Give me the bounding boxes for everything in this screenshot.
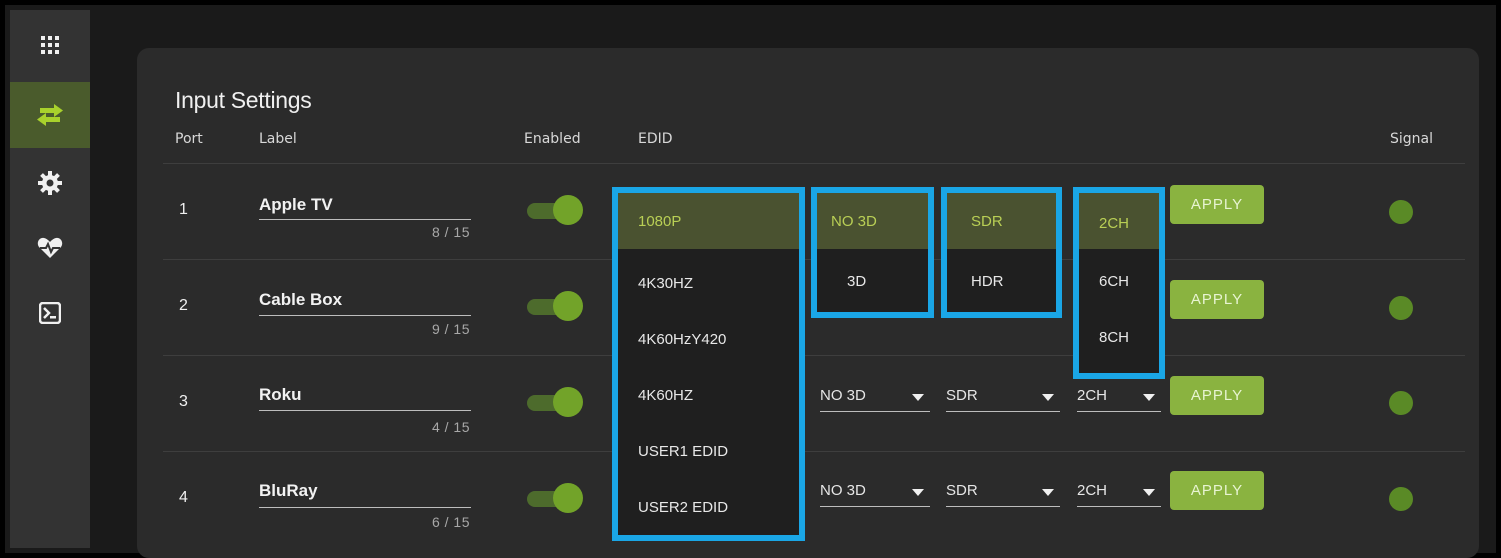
nav-input-settings[interactable] bbox=[10, 82, 90, 148]
label-input[interactable]: BluRay bbox=[259, 481, 318, 501]
label-input[interactable]: Cable Box bbox=[259, 290, 342, 310]
edid-option[interactable]: 1080P bbox=[618, 193, 799, 249]
audio-option[interactable]: 2CH bbox=[1079, 193, 1159, 249]
label-char-count: 4 / 15 bbox=[431, 419, 470, 435]
apply-button[interactable]: APPLY bbox=[1170, 376, 1264, 415]
signal-indicator bbox=[1389, 200, 1413, 224]
3d-dropdown-menu: NO 3D 3D bbox=[811, 187, 934, 318]
swap-arrows-icon bbox=[36, 104, 64, 126]
hdr-select-value: SDR bbox=[946, 387, 978, 404]
header-enabled: Enabled bbox=[524, 131, 581, 147]
enabled-toggle[interactable] bbox=[527, 291, 583, 321]
row-divider bbox=[163, 355, 1465, 356]
signal-indicator bbox=[1389, 487, 1413, 511]
edid-dropdown-menu: 1080P 4K30HZ 4K60HzY420 4K60HZ USER1 EDI… bbox=[612, 187, 805, 541]
hdr-option[interactable]: HDR bbox=[971, 273, 1004, 290]
label-underline bbox=[259, 410, 471, 411]
3d-select[interactable]: NO 3D bbox=[820, 479, 930, 507]
header-label: Label bbox=[259, 131, 297, 147]
apps-grid-icon bbox=[40, 35, 60, 55]
hdr-dropdown-menu: SDR HDR bbox=[941, 187, 1062, 318]
enabled-toggle[interactable] bbox=[527, 387, 583, 417]
signal-indicator bbox=[1389, 296, 1413, 320]
port-number: 1 bbox=[179, 201, 188, 218]
chevron-down-icon bbox=[1042, 489, 1054, 496]
apply-button[interactable]: APPLY bbox=[1170, 185, 1264, 224]
hdr-option[interactable]: SDR bbox=[947, 193, 1056, 249]
page-title: Input Settings bbox=[175, 87, 312, 113]
audio-select-value: 2CH bbox=[1077, 387, 1108, 404]
label-char-count: 9 / 15 bbox=[431, 321, 470, 337]
hdr-select[interactable]: SDR bbox=[946, 479, 1060, 507]
label-underline bbox=[259, 315, 471, 316]
label-input[interactable]: Roku bbox=[259, 385, 302, 405]
audio-select-value: 2CH bbox=[1077, 482, 1108, 499]
label-underline bbox=[259, 219, 471, 220]
apply-button[interactable]: APPLY bbox=[1170, 471, 1264, 510]
3d-option[interactable]: NO 3D bbox=[817, 193, 928, 249]
label-char-count: 8 / 15 bbox=[431, 224, 470, 240]
edid-option[interactable]: 4K60HZ bbox=[638, 387, 693, 404]
chevron-down-icon bbox=[912, 489, 924, 496]
audio-select[interactable]: 2CH bbox=[1077, 384, 1161, 412]
nav-console[interactable] bbox=[10, 280, 90, 346]
sidebar bbox=[10, 10, 90, 548]
port-number: 4 bbox=[179, 489, 188, 506]
header-port: Port bbox=[175, 131, 203, 147]
audio-option[interactable]: 8CH bbox=[1099, 329, 1129, 346]
nav-settings[interactable] bbox=[10, 150, 90, 216]
gear-icon bbox=[38, 171, 62, 195]
header-edid: EDID bbox=[638, 131, 673, 147]
chevron-down-icon bbox=[1143, 489, 1155, 496]
row-divider bbox=[163, 451, 1465, 452]
heart-pulse-icon bbox=[37, 237, 63, 259]
edid-option[interactable]: 4K60HzY420 bbox=[638, 331, 726, 348]
apply-button[interactable]: APPLY bbox=[1170, 280, 1264, 319]
3d-select-value: NO 3D bbox=[820, 482, 866, 499]
hdr-select[interactable]: SDR bbox=[946, 384, 1060, 412]
chevron-down-icon bbox=[1042, 394, 1054, 401]
port-number: 3 bbox=[179, 393, 188, 410]
row-divider bbox=[163, 163, 1465, 164]
3d-option[interactable]: 3D bbox=[847, 273, 866, 290]
3d-select[interactable]: NO 3D bbox=[820, 384, 930, 412]
audio-dropdown-menu: 2CH 6CH 8CH bbox=[1073, 187, 1165, 379]
label-input[interactable]: Apple TV bbox=[259, 195, 333, 215]
chevron-down-icon bbox=[912, 394, 924, 401]
edid-option[interactable]: 4K30HZ bbox=[638, 275, 693, 292]
edid-option[interactable]: USER2 EDID bbox=[638, 499, 728, 516]
nav-health[interactable] bbox=[10, 215, 90, 281]
audio-select[interactable]: 2CH bbox=[1077, 479, 1161, 507]
header-signal: Signal bbox=[1390, 131, 1434, 147]
hdr-select-value: SDR bbox=[946, 482, 978, 499]
port-number: 2 bbox=[179, 297, 188, 314]
chevron-down-icon bbox=[1143, 394, 1155, 401]
terminal-icon bbox=[39, 302, 61, 324]
enabled-toggle[interactable] bbox=[527, 483, 583, 513]
audio-option[interactable]: 6CH bbox=[1099, 273, 1129, 290]
signal-indicator bbox=[1389, 391, 1413, 415]
label-char-count: 6 / 15 bbox=[431, 514, 470, 530]
3d-select-value: NO 3D bbox=[820, 387, 866, 404]
nav-apps[interactable] bbox=[10, 12, 90, 78]
label-underline bbox=[259, 507, 471, 508]
edid-option[interactable]: USER1 EDID bbox=[638, 443, 728, 460]
enabled-toggle[interactable] bbox=[527, 195, 583, 225]
